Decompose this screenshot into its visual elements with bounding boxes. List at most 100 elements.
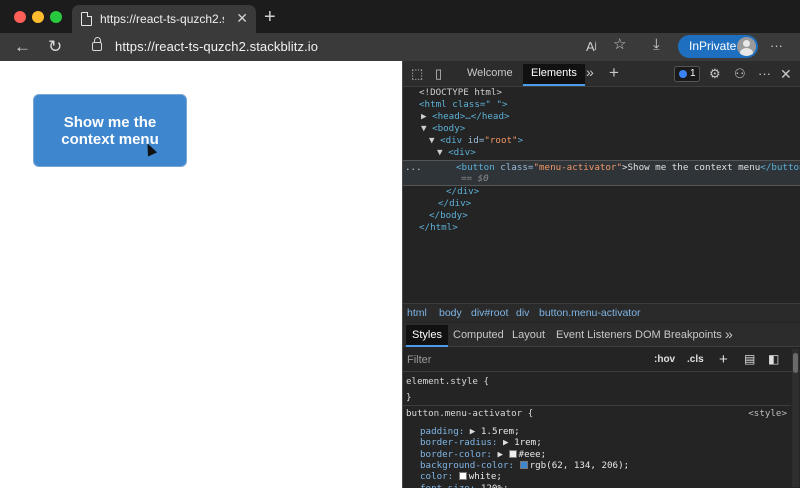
downloads-icon[interactable]: ⤓ [653, 37, 660, 53]
tab-dom-breakpoints[interactable]: DOM Breakpoints [635, 329, 722, 341]
css-declaration[interactable]: border-radius: ▶ 1rem; [420, 437, 542, 448]
maximize-window-button[interactable] [50, 11, 62, 23]
issues-badge[interactable]: 1 [674, 66, 700, 82]
address-bar-row: ← ↻ https://react-ts-quzch2.stackblitz.i… [0, 33, 800, 61]
rule-selector[interactable]: button.menu-activator { [406, 408, 533, 419]
new-tab-button[interactable]: + [264, 7, 276, 27]
sidebar-toggle-icon[interactable]: ◧ [768, 352, 779, 366]
add-tab-icon[interactable]: + [609, 63, 619, 83]
css-declaration[interactable]: background-color: rgb(62, 134, 206); [420, 460, 629, 471]
issues-count: 1 [690, 68, 696, 79]
breadcrumb-div-root[interactable]: div#root [471, 307, 508, 319]
css-declaration[interactable]: font-size: 120%; [420, 483, 509, 488]
css-property: color: [420, 471, 459, 483]
devtools-toolbar: ⬚ ▯ Welcome Elements » + 1 ⚙ ⚇ ··· ✕ [403, 61, 800, 87]
more-icon[interactable]: ··· [770, 38, 783, 54]
css-property: padding: [420, 426, 470, 437]
tab-title: https://react-ts-quzch2.stackbli [100, 12, 224, 26]
dom-button-attr-value: "menu-activator" [533, 162, 622, 173]
more-styles-tabs-icon[interactable]: » [725, 326, 733, 342]
collapse-triangle-icon[interactable]: ▼ [421, 123, 432, 134]
css-value: 1rem; [514, 437, 542, 449]
dom-html[interactable]: <html class=" "> [419, 99, 508, 111]
class-toggle[interactable]: .cls [687, 354, 704, 365]
styles-scrollbar[interactable] [792, 349, 799, 487]
css-declaration[interactable]: color: white; [420, 471, 502, 482]
inspect-element-icon[interactable]: ⬚ [411, 66, 423, 82]
css-property: border-color: [420, 448, 498, 460]
dom-div-root[interactable]: ▼ <div id="root"> [429, 135, 523, 147]
address-bar[interactable]: https://react-ts-quzch2.stackblitz.io [115, 39, 318, 54]
back-icon[interactable]: ← [14, 37, 31, 57]
expand-triangle-icon[interactable]: ▶ [503, 437, 514, 448]
dom-head[interactable]: ▶ <head>…</head> [421, 111, 510, 123]
expand-triangle-icon[interactable]: ▶ [497, 449, 508, 460]
element-style-selector[interactable]: element.style { [406, 376, 489, 387]
dom-button-attr: class= [500, 162, 534, 173]
device-emulation-icon[interactable]: ▯ [435, 66, 442, 82]
dom-doctype[interactable]: <!DOCTYPE html> [419, 87, 502, 99]
color-swatch[interactable] [508, 449, 517, 458]
rule-source-link[interactable]: <style> [748, 408, 787, 419]
paint-icon[interactable]: ▤ [744, 352, 755, 366]
color-swatch[interactable] [458, 472, 467, 481]
customize-icon[interactable]: ⚇ [734, 66, 746, 82]
minimize-window-button[interactable] [32, 11, 44, 23]
dom-body[interactable]: ▼ <body> [421, 123, 465, 135]
browser-window: https://react-ts-quzch2.stackbli ✕ + ← ↻… [0, 0, 800, 488]
read-aloud-icon[interactable]: Aʲ [586, 39, 597, 55]
color-swatch[interactable] [519, 460, 528, 469]
dom-div-root-close-tag[interactable]: </div> [438, 198, 471, 210]
collapse-triangle-icon[interactable]: ▼ [429, 135, 440, 146]
tab-close-icon[interactable]: ✕ [236, 10, 248, 26]
css-declaration[interactable]: border-color: ▶ #eee; [420, 449, 546, 460]
close-devtools-icon[interactable]: ✕ [780, 66, 792, 82]
tab-computed[interactable]: Computed [453, 329, 504, 341]
tab-event-listeners[interactable]: Event Listeners [556, 329, 632, 341]
new-rule-icon[interactable]: + [719, 351, 728, 368]
dom-div-close[interactable]: </div> [446, 186, 479, 198]
collapse-triangle-icon[interactable]: ▼ [437, 147, 448, 158]
dom-head-tag: <head>…</head> [432, 111, 510, 122]
lock-icon[interactable] [92, 37, 102, 51]
breadcrumb-div[interactable]: div [516, 307, 529, 319]
breadcrumb-button[interactable]: button.menu-activator [539, 307, 641, 319]
reload-icon[interactable]: ↻ [48, 37, 62, 57]
dom-button-node[interactable]: <button class="menu-activator">Show me t… [456, 162, 800, 174]
close-window-button[interactable] [14, 11, 26, 23]
tab-layout[interactable]: Layout [512, 329, 545, 341]
more-tabs-icon[interactable]: » [586, 64, 594, 80]
inprivate-button[interactable]: InPrivate [678, 35, 758, 58]
dom-div-root-tag: <div [440, 135, 468, 146]
css-declaration[interactable]: padding: ▶ 1.5rem; [420, 426, 520, 437]
dom-ellipsis[interactable]: ... [405, 162, 422, 174]
css-value: 120%; [480, 482, 509, 488]
dom-body-close[interactable]: </body> [429, 210, 468, 222]
tab-welcome[interactable]: Welcome [467, 67, 513, 79]
filter-input[interactable]: Filter [407, 354, 431, 366]
hover-state-toggle[interactable]: :hov [654, 354, 675, 365]
dom-tree: <!DOCTYPE html> <html class=" "> ▶ <head… [403, 87, 800, 303]
page-viewport: Show me the context menu [0, 61, 402, 488]
tab-elements[interactable]: Elements [523, 64, 585, 86]
dom-div[interactable]: ▼ <div> [437, 147, 476, 159]
breadcrumb-body[interactable]: body [439, 307, 462, 319]
expand-triangle-icon[interactable]: ▶ [470, 426, 481, 437]
page-icon [81, 12, 92, 26]
scrollbar-thumb[interactable] [793, 353, 798, 373]
breadcrumb-html[interactable]: html [407, 307, 427, 319]
rule-divider [403, 405, 791, 406]
settings-gear-icon[interactable]: ⚙ [709, 66, 721, 82]
dom-html-close[interactable]: </html> [419, 222, 458, 234]
expand-triangle-icon[interactable]: ▶ [421, 111, 432, 122]
avatar [737, 37, 756, 56]
inprivate-label: InPrivate [689, 39, 737, 53]
more-options-icon[interactable]: ··· [758, 66, 771, 82]
browser-tab[interactable]: https://react-ts-quzch2.stackbli ✕ [72, 5, 256, 33]
favorites-icon[interactable]: ☆ [613, 37, 626, 53]
dom-div-tag: <div> [448, 147, 476, 158]
menu-activator-button[interactable]: Show me the context menu [33, 94, 187, 167]
tab-bar: https://react-ts-quzch2.stackbli ✕ + [0, 0, 800, 33]
tab-styles[interactable]: Styles [406, 325, 448, 347]
styles-tab-bar: Styles Computed Layout Event Listeners D… [403, 323, 800, 347]
